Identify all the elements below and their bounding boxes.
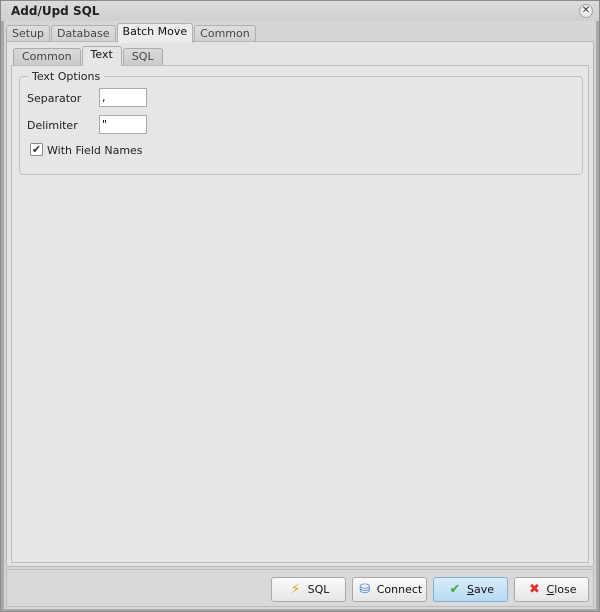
client-area: Setup Database Batch Move Common Common … — [4, 21, 596, 609]
save-button[interactable]: ✔ Save — [433, 577, 508, 602]
sql-lightning-icon: ⚡ — [291, 581, 301, 597]
close-button[interactable]: ✖ Close — [514, 577, 589, 602]
connect-database-icon: ⛁ — [359, 581, 371, 597]
close-button-label: Close — [546, 583, 577, 596]
with-field-names-checkbox[interactable]: ✔ — [30, 143, 43, 156]
check-icon: ✔ — [449, 581, 461, 597]
connect-button[interactable]: ⛁ Connect — [352, 577, 427, 602]
main-tabs: Setup Database Batch Move Common — [6, 23, 257, 43]
batch-move-page: Common Text SQL Text Options Separator D… — [6, 41, 594, 567]
connect-button-label: Connect — [376, 583, 423, 596]
close-x-icon: ✖ — [529, 581, 540, 597]
separator-label: Separator — [27, 92, 82, 105]
window-title: Add/Upd SQL — [11, 4, 100, 18]
text-page: Text Options Separator Delimiter ✔ With … — [11, 65, 589, 563]
sql-button-label: SQL — [307, 583, 330, 596]
sub-tabs: Common Text SQL — [13, 46, 164, 66]
subtab-text[interactable]: Text — [81, 46, 122, 66]
text-options-group: Text Options Separator Delimiter ✔ With … — [19, 70, 583, 175]
tab-batch-move[interactable]: Batch Move — [116, 23, 194, 43]
delimiter-input[interactable] — [99, 115, 147, 134]
save-button-label: Save — [466, 583, 494, 596]
close-icon[interactable]: ✕ — [579, 4, 593, 18]
dialog-window: Add/Upd SQL ✕ Setup Database Batch Move … — [0, 0, 600, 612]
subtab-sql[interactable]: SQL — [122, 48, 163, 65]
separator-input[interactable] — [99, 88, 147, 107]
title-bar[interactable]: Add/Upd SQL ✕ — [1, 1, 599, 21]
with-field-names-label[interactable]: With Field Names — [47, 144, 143, 157]
group-label: Text Options — [28, 70, 105, 83]
button-bar: ⚡ SQL ⛁ Connect ✔ Save ✖ Close — [6, 569, 594, 607]
sql-button[interactable]: ⚡ SQL — [271, 577, 346, 602]
subtab-common[interactable]: Common — [13, 48, 81, 65]
delimiter-label: Delimiter — [27, 119, 78, 132]
